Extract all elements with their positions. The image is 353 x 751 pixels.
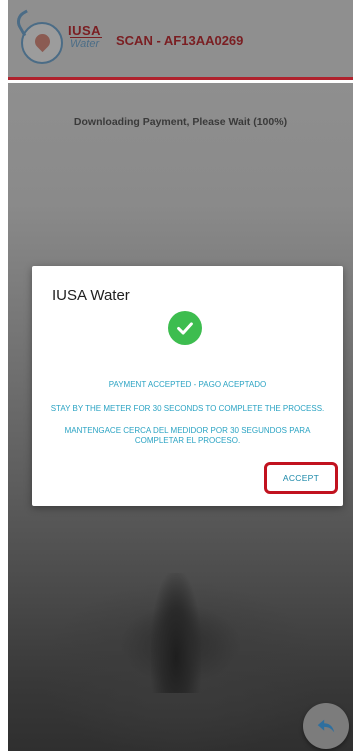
- brand-subname: Water: [70, 38, 100, 50]
- app-header: IUSA Water SCAN - AF13AA0269: [8, 0, 353, 80]
- payment-dialog: IUSA Water PAYMENT ACCEPTED - PAGO ACEPT…: [32, 266, 343, 506]
- reply-arrow-icon: [317, 719, 335, 733]
- download-status: Downloading Payment, Please Wait (100%): [73, 116, 288, 128]
- brand-name: IUSA: [68, 23, 102, 38]
- background-water-splash: [151, 573, 201, 693]
- payment-accepted-message: PAYMENT ACCEPTED - PAGO ACEPTADO: [108, 380, 267, 389]
- page-title: SCAN - AF13AA0269: [116, 33, 244, 48]
- check-circle-icon: [168, 311, 202, 345]
- dialog-title: IUSA Water: [52, 287, 130, 304]
- accept-button[interactable]: ACCEPT: [264, 462, 338, 494]
- iusa-logo-icon: [12, 9, 63, 64]
- back-button[interactable]: [303, 703, 349, 749]
- checkmark-icon: [177, 322, 193, 335]
- stay-by-meter-message: STAY BY THE METER FOR 30 SECONDS TO COMP…: [50, 404, 325, 413]
- mantengace-message: MANTENGACE CERCA DEL MEDIDOR POR 30 SEGU…: [64, 426, 311, 445]
